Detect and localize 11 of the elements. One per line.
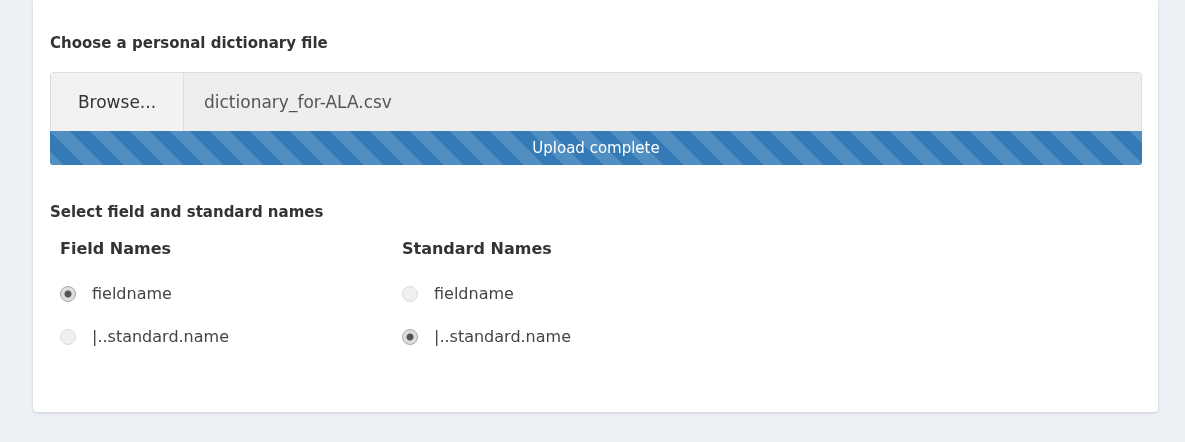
group-heading: Standard Names: [402, 239, 553, 258]
radio-label[interactable]: |..standard.name: [434, 327, 571, 346]
progress-text: Upload complete: [532, 139, 660, 157]
radio-button[interactable]: [402, 328, 418, 345]
radio-button[interactable]: [60, 285, 76, 302]
section-title: Select field and standard names: [50, 203, 325, 223]
field-label: Choose a personal dictionary file: [50, 34, 329, 54]
group-heading: Field Names: [60, 239, 172, 258]
radio-label[interactable]: |..standard.name: [92, 327, 229, 346]
radio-label[interactable]: fieldname: [434, 284, 514, 303]
radio-label[interactable]: fieldname: [92, 284, 172, 303]
